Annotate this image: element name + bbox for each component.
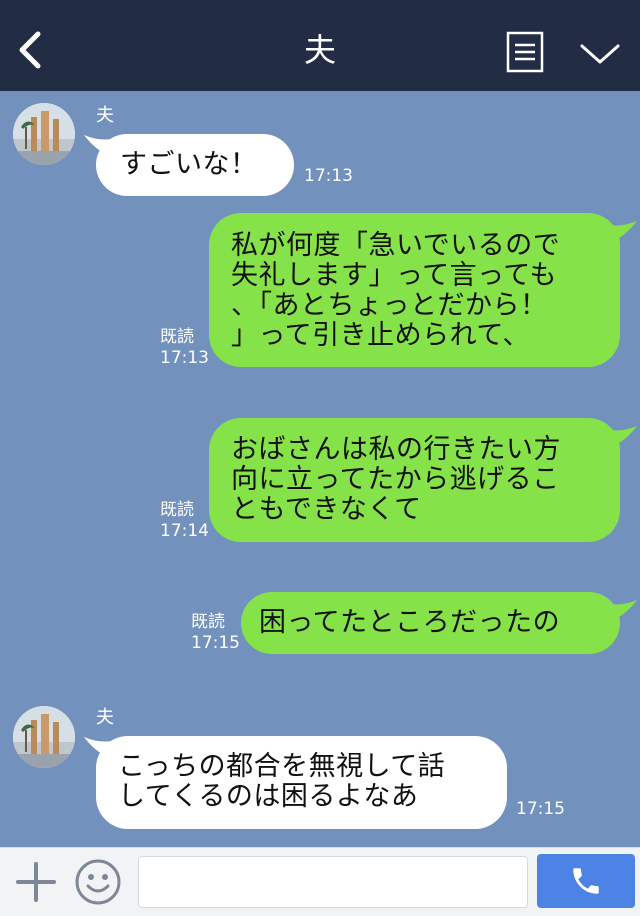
message-line: おばさんは私の行きたい方 — [231, 434, 561, 465]
message-line: 向に立ってたから逃げるこ — [231, 464, 560, 495]
read-label: 既読 — [160, 500, 194, 520]
message-bubble[interactable]: すごいな！ — [96, 134, 294, 196]
smiley-icon[interactable] — [74, 858, 122, 906]
message-bubble[interactable]: 困ってたところだったの — [241, 592, 620, 654]
sender-name: 夫 — [96, 105, 114, 126]
message-text: すごいな！ — [120, 149, 258, 180]
message-time: 17:15 — [191, 633, 240, 653]
message-line: 、「あとちょっとだから！ — [231, 290, 548, 321]
message-line: 」って引き止められて、 — [231, 320, 530, 351]
message-line: ともできなくて — [231, 494, 422, 525]
message-bubble[interactable]: おばさんは私の行きたい方 向に立ってたから逃げるこ ともできなくて — [209, 418, 620, 542]
chat-title: 夫 — [303, 31, 336, 69]
bubble-tail — [609, 600, 637, 622]
plus-icon[interactable] — [14, 860, 58, 904]
sender-name: 夫 — [96, 707, 114, 728]
message-line: してくるのは困るよなあ — [118, 781, 419, 812]
read-label: 既読 — [191, 612, 225, 632]
read-label: 既読 — [160, 327, 194, 347]
message-bubble[interactable]: 私が何度「急いでいるので 失礼します」って言っても 、「あとちょっとだから！ 」… — [209, 213, 620, 367]
message-time: 17:13 — [304, 166, 353, 186]
message-time: 17:15 — [516, 799, 565, 819]
read-status: 既読 17:13 — [160, 327, 209, 369]
message-input[interactable] — [138, 856, 528, 908]
message-line: 私が何度「急いでいるので — [231, 230, 561, 261]
chat-header: 夫 — [0, 0, 640, 91]
message-time: 17:14 — [160, 521, 209, 541]
avatar[interactable] — [13, 103, 75, 165]
read-status: 既読 17:14 — [160, 500, 209, 542]
message-bubble[interactable]: こっちの都合を無視して話 してくるのは困るよなあ — [96, 736, 507, 829]
call-button[interactable] — [537, 854, 635, 908]
avatar[interactable] — [13, 706, 75, 768]
input-bar — [0, 847, 640, 916]
chevron-down-icon[interactable] — [578, 38, 622, 68]
message-line: こっちの都合を無視して話 — [118, 751, 446, 782]
menu-list-icon[interactable] — [506, 31, 544, 73]
chat-area[interactable]: 夫 すごいな！ 17:13 既読 17:13 私が何度「急いでいるので 失礼しま… — [0, 91, 640, 847]
read-status: 既読 17:15 — [191, 612, 240, 654]
message-text: 困ってたところだったの — [259, 607, 561, 638]
bubble-tail — [609, 221, 637, 243]
bubble-tail — [609, 426, 637, 448]
message-line: 失礼します」って言っても — [231, 260, 557, 291]
message-time: 17:13 — [160, 348, 209, 368]
phone-icon — [573, 868, 599, 894]
